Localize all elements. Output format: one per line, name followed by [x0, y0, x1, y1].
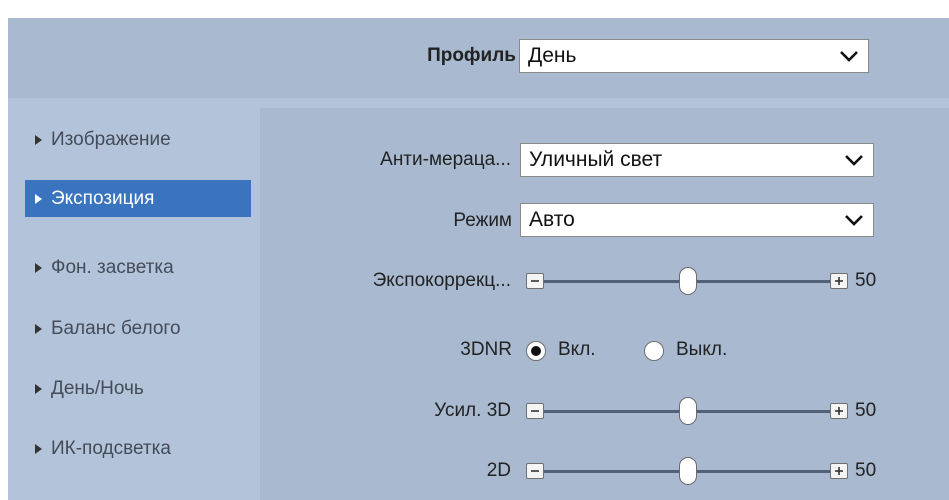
exposure-comp-label: Экспокоррекц... [372, 270, 511, 291]
dnr3-on-radio[interactable] [526, 341, 546, 361]
dnr3-off-radio[interactable] [644, 341, 664, 361]
triangle-right-icon [35, 324, 42, 334]
profile-select[interactable]: День [519, 39, 869, 73]
mode-select[interactable]: Авто [520, 203, 874, 237]
sidebar-item-ir-light[interactable]: ИК-подсветка [25, 430, 251, 467]
plus-button[interactable] [830, 273, 848, 289]
plus-button[interactable] [830, 403, 848, 419]
dnr-2d-label: 2D [486, 460, 511, 481]
plus-icon [835, 467, 843, 475]
minus-icon [531, 470, 539, 472]
sidebar-item-label: Баланс белого [51, 318, 181, 339]
minus-button[interactable] [526, 273, 544, 289]
dnr3-off-label: Выкл. [676, 339, 728, 360]
sidebar-item-white-balance[interactable]: Баланс белого [25, 310, 251, 347]
minus-button[interactable] [526, 403, 544, 419]
mode-select-value: Авто [529, 208, 575, 231]
minus-icon [531, 410, 539, 412]
mode-label: Режим [453, 210, 512, 231]
sidebar-item-day-night[interactable]: День/Ночь [25, 370, 251, 407]
sidebar-item-image[interactable]: Изображение [25, 121, 251, 158]
anti-flicker-select[interactable]: Уличный свет [520, 143, 874, 177]
slider-value: 50 [855, 270, 877, 291]
sidebar-item-backlight[interactable]: Фон. засветка [25, 249, 251, 286]
sidebar-item-label: Экспозиция [51, 188, 155, 209]
dnr3-on-label: Вкл. [558, 339, 596, 360]
minus-icon [531, 280, 539, 282]
slider-value: 50 [855, 460, 877, 481]
chevron-down-icon [845, 215, 863, 226]
sidebar-item-label: ИК-подсветка [51, 438, 171, 459]
chevron-down-icon [845, 155, 863, 166]
slider-thumb[interactable] [679, 457, 697, 485]
exposure-comp-slider: 50 [526, 266, 876, 296]
profile-label: Профиль [427, 45, 516, 66]
plus-icon [835, 407, 843, 415]
anti-flicker-label: Анти-мераца... [380, 149, 511, 170]
plus-button[interactable] [830, 463, 848, 479]
dnr3-label: 3DNR [460, 339, 512, 360]
sidebar-item-label: Изображение [51, 129, 171, 150]
gain-3d-slider: 50 [526, 396, 876, 426]
sidebar-item-label: Фон. засветка [51, 257, 174, 278]
gain-3d-label: Усил. 3D [434, 400, 511, 421]
radio-selected-dot [531, 346, 541, 356]
profile-select-value: День [528, 44, 577, 67]
triangle-right-icon [35, 384, 42, 394]
sidebar-item-exposure[interactable]: Экспозиция [25, 180, 251, 217]
anti-flicker-select-value: Уличный свет [529, 148, 663, 171]
slider-value: 50 [855, 400, 877, 421]
slider-thumb[interactable] [679, 397, 697, 425]
dnr-2d-slider: 50 [526, 456, 876, 486]
sidebar-item-label: День/Ночь [51, 378, 144, 399]
chevron-down-icon [840, 51, 858, 62]
triangle-right-icon [35, 194, 42, 204]
triangle-right-icon [35, 135, 42, 145]
plus-icon [835, 277, 843, 285]
triangle-right-icon [35, 444, 42, 454]
triangle-right-icon [35, 263, 42, 273]
slider-thumb[interactable] [679, 267, 697, 295]
minus-button[interactable] [526, 463, 544, 479]
